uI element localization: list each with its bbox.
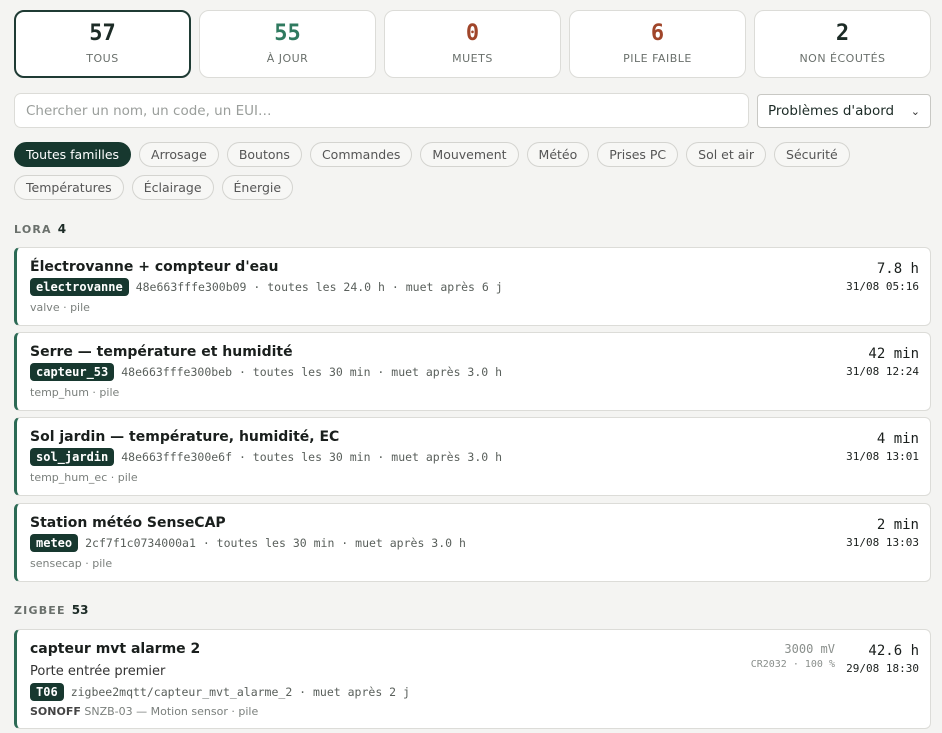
device-info-line: electrovanne 48e663fffe300b09 · toutes l… — [30, 278, 503, 296]
device-info: 48e663fffe300beb · toutes les 30 min · m… — [121, 365, 503, 379]
chip-securite[interactable]: Sécurité — [774, 142, 850, 167]
last-seen-date: 31/08 05:16 — [846, 280, 919, 293]
group-count: 53 — [71, 603, 89, 617]
device-info-line: capteur_53 48e663fffe300beb · toutes les… — [30, 363, 502, 381]
device-title: Électrovanne + compteur d'eau — [30, 259, 279, 275]
group-count: 4 — [57, 222, 67, 236]
stat-value: 6 — [650, 21, 665, 46]
device-info-line: meteo 2cf7f1c0734000a1 · toutes les 30 m… — [30, 534, 466, 552]
device-card[interactable]: capteur mvt alarme 2 Porte entrée premie… — [14, 629, 931, 729]
chip-mouvement[interactable]: Mouvement — [420, 142, 519, 167]
stat-a-jour[interactable]: 55 À JOUR — [199, 10, 376, 78]
group-label: LORA — [14, 223, 52, 236]
chip-commandes[interactable]: Commandes — [309, 142, 413, 167]
device-type: valve · pile — [30, 301, 90, 314]
device-code-badge: electrovanne — [30, 278, 129, 296]
chip-sol-et-air[interactable]: Sol et air — [686, 142, 767, 167]
search-placeholder: Chercher un nom, un code, un EUI… — [26, 102, 272, 119]
sort-select[interactable]: Problèmes d'abord ⌄ — [757, 94, 931, 128]
stat-label: PILE FAIBLE — [623, 52, 692, 65]
last-seen-date: 29/08 18:30 — [846, 662, 919, 675]
chip-boutons[interactable]: Boutons — [226, 142, 302, 167]
group-header-zigbee: ZIGBEE 53 — [14, 603, 88, 617]
chip-temperatures[interactable]: Températures — [14, 175, 124, 200]
last-seen-duration: 42 min — [868, 346, 919, 362]
group-header-lora: LORA 4 — [14, 222, 66, 236]
last-seen-date: 31/08 12:24 — [846, 365, 919, 378]
device-info-line: sol_jardin 48e663fffe300e6f · toutes les… — [30, 448, 502, 466]
last-seen-date: 31/08 13:01 — [846, 450, 919, 463]
last-seen-duration: 7.8 h — [876, 261, 919, 277]
device-brand: SONOFF — [30, 705, 81, 718]
device-info: 2cf7f1c0734000a1 · toutes les 30 min · m… — [85, 536, 466, 550]
chip-toutes-familles[interactable]: Toutes familles — [14, 142, 132, 167]
chevron-down-icon: ⌄ — [910, 104, 920, 118]
stat-value: 55 — [274, 21, 301, 46]
device-card[interactable]: Serre — température et humidité capteur_… — [14, 332, 931, 411]
stat-label: MUETS — [452, 52, 493, 65]
last-seen-duration: 42.6 h — [868, 643, 919, 659]
device-info: zigbee2mqtt/capteur_mvt_alarme_2 · muet … — [70, 685, 410, 699]
stat-muets[interactable]: 0 MUETS — [384, 10, 561, 78]
device-card[interactable]: Électrovanne + compteur d'eau electrovan… — [14, 247, 931, 326]
last-seen-duration: 2 min — [876, 517, 919, 533]
device-title: capteur mvt alarme 2 — [30, 641, 201, 657]
battery-info: CR2032 · 100 % — [750, 659, 835, 670]
stat-value: 2 — [835, 21, 850, 46]
chip-arrosage[interactable]: Arrosage — [139, 142, 219, 167]
device-code-badge: capteur_53 — [30, 363, 115, 381]
stat-label: NON ÉCOUTÉS — [799, 52, 886, 65]
device-code-badge: sol_jardin — [30, 448, 115, 466]
device-code-badge: meteo — [30, 534, 79, 552]
device-model-text: SNZB-03 — Motion sensor · pile — [84, 705, 259, 718]
chip-prises-pc[interactable]: Prises PC — [597, 142, 679, 167]
chip-eclairage[interactable]: Éclairage — [131, 175, 214, 200]
device-card[interactable]: Sol jardin — température, humidité, EC s… — [14, 417, 931, 496]
device-description: Porte entrée premier — [30, 664, 166, 679]
device-title: Serre — température et humidité — [30, 344, 293, 360]
chip-energie[interactable]: Énergie — [221, 175, 294, 200]
device-type: sensecap · pile — [30, 557, 113, 570]
stat-tous[interactable]: 57 TOUS — [14, 10, 191, 78]
device-info-line: T06 zigbee2mqtt/capteur_mvt_alarme_2 · m… — [30, 683, 410, 701]
last-seen-duration: 4 min — [876, 431, 919, 447]
device-card[interactable]: Station météo SenseCAP meteo 2cf7f1c0734… — [14, 503, 931, 582]
stat-label: TOUS — [86, 52, 119, 65]
device-title: Station météo SenseCAP — [30, 515, 226, 531]
last-seen-date: 31/08 13:03 — [846, 536, 919, 549]
device-title: Sol jardin — température, humidité, EC — [30, 429, 340, 445]
search-input[interactable]: Chercher un nom, un code, un EUI… — [14, 93, 749, 128]
battery-voltage: 3000 mV — [784, 642, 835, 656]
group-label: ZIGBEE — [14, 604, 66, 617]
device-type: temp_hum_ec · pile — [30, 471, 138, 484]
stat-label: À JOUR — [266, 52, 309, 65]
status-summary: 57 TOUS 55 À JOUR 0 MUETS 6 PILE FAIBLE … — [14, 10, 931, 78]
sort-selected-value: Problèmes d'abord — [768, 103, 895, 119]
device-info: 48e663fffe300b09 · toutes les 24.0 h · m… — [135, 280, 503, 294]
device-model: SONOFF SNZB-03 — Motion sensor · pile — [30, 705, 258, 718]
device-code-badge: T06 — [30, 683, 64, 701]
chip-meteo[interactable]: Météo — [526, 142, 590, 167]
device-type: temp_hum · pile — [30, 386, 120, 399]
family-filter: Toutes familles Arrosage Boutons Command… — [14, 142, 894, 200]
stat-value: 0 — [465, 21, 480, 46]
device-info: 48e663fffe300e6f · toutes les 30 min · m… — [121, 450, 503, 464]
stat-non-ecoutes[interactable]: 2 NON ÉCOUTÉS — [754, 10, 931, 78]
stat-pile-faible[interactable]: 6 PILE FAIBLE — [569, 10, 746, 78]
stat-value: 57 — [89, 21, 116, 46]
